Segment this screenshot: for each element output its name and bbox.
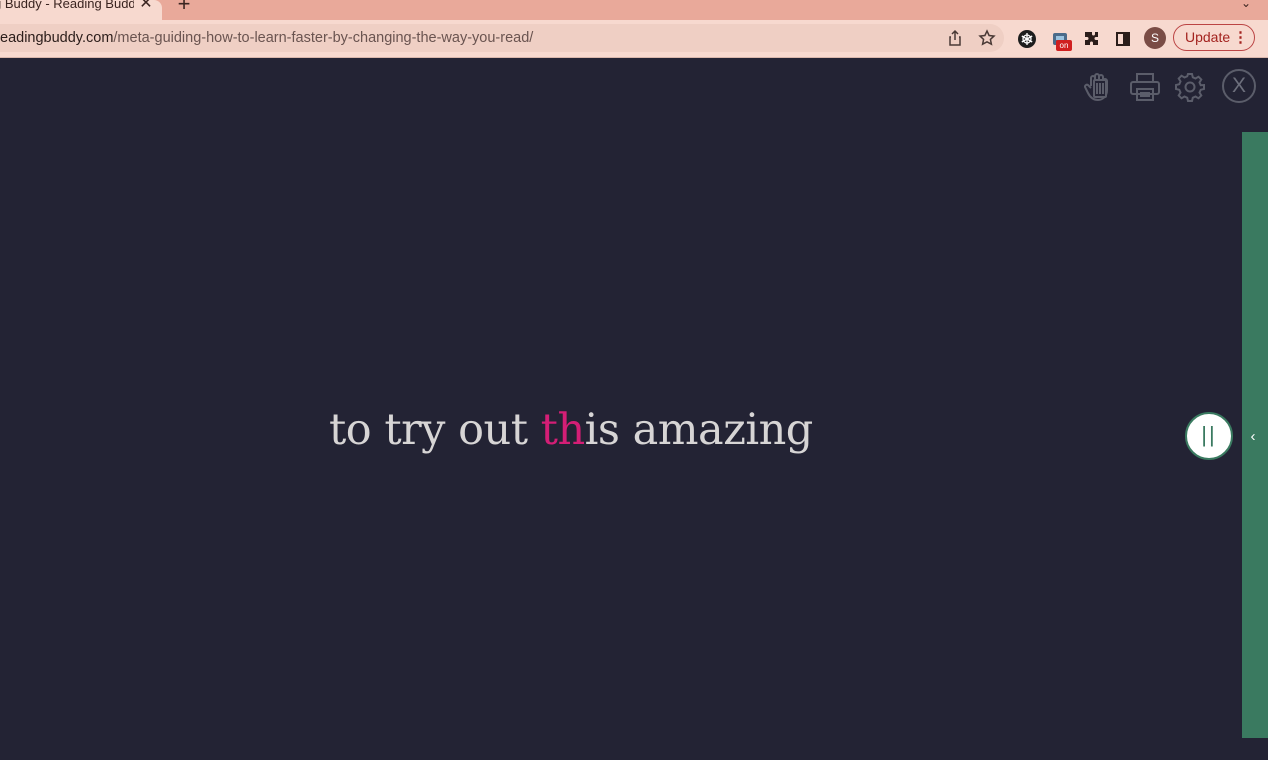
- update-button[interactable]: Update ⋮: [1173, 24, 1255, 51]
- browser-toolbar: eadingbuddy.com/meta-guiding-how-to-lear…: [0, 20, 1268, 58]
- tab-close-icon[interactable]: ✕: [138, 0, 154, 12]
- openai-extension-icon[interactable]: [1018, 30, 1036, 48]
- words-after: is amazing: [584, 405, 814, 455]
- hand-stop-icon[interactable]: [1081, 70, 1115, 104]
- close-reader-button[interactable]: X: [1222, 69, 1256, 103]
- tab-strip: g Buddy - Reading Budd ✕ + ⌄: [0, 0, 1268, 20]
- url-path: /meta-guiding-how-to-learn-faster-by-cha…: [113, 30, 534, 46]
- star-icon[interactable]: [978, 29, 996, 47]
- printer-icon[interactable]: [1128, 70, 1162, 104]
- tab-title: g Buddy - Reading Budd: [0, 0, 134, 11]
- words-before: to try out: [329, 405, 541, 455]
- url-text: eadingbuddy.com/meta-guiding-how-to-lear…: [0, 29, 533, 47]
- reading-words: to try out this amazing: [329, 400, 813, 460]
- highlighted-fixation: th: [540, 405, 585, 455]
- address-bar[interactable]: eadingbuddy.com/meta-guiding-how-to-lear…: [0, 24, 1004, 52]
- update-label: Update: [1185, 29, 1231, 45]
- menu-dots-icon[interactable]: ⋮: [1233, 25, 1248, 50]
- gear-icon[interactable]: [1173, 70, 1207, 104]
- new-tab-button[interactable]: +: [174, 0, 194, 15]
- extension-badge: on: [1056, 40, 1072, 51]
- active-tab[interactable]: g Buddy - Reading Budd ✕: [0, 0, 162, 20]
- url-domain: eadingbuddy.com: [0, 30, 114, 46]
- extensions-icon[interactable]: [1081, 29, 1101, 49]
- side-panel-icon[interactable]: [1113, 29, 1133, 49]
- share-icon[interactable]: [946, 29, 964, 47]
- avatar[interactable]: S: [1144, 27, 1166, 49]
- chevron-left-icon[interactable]: ‹: [1246, 428, 1260, 446]
- tab-search-icon[interactable]: ⌄: [1238, 0, 1254, 12]
- pause-button[interactable]: ||: [1185, 412, 1233, 460]
